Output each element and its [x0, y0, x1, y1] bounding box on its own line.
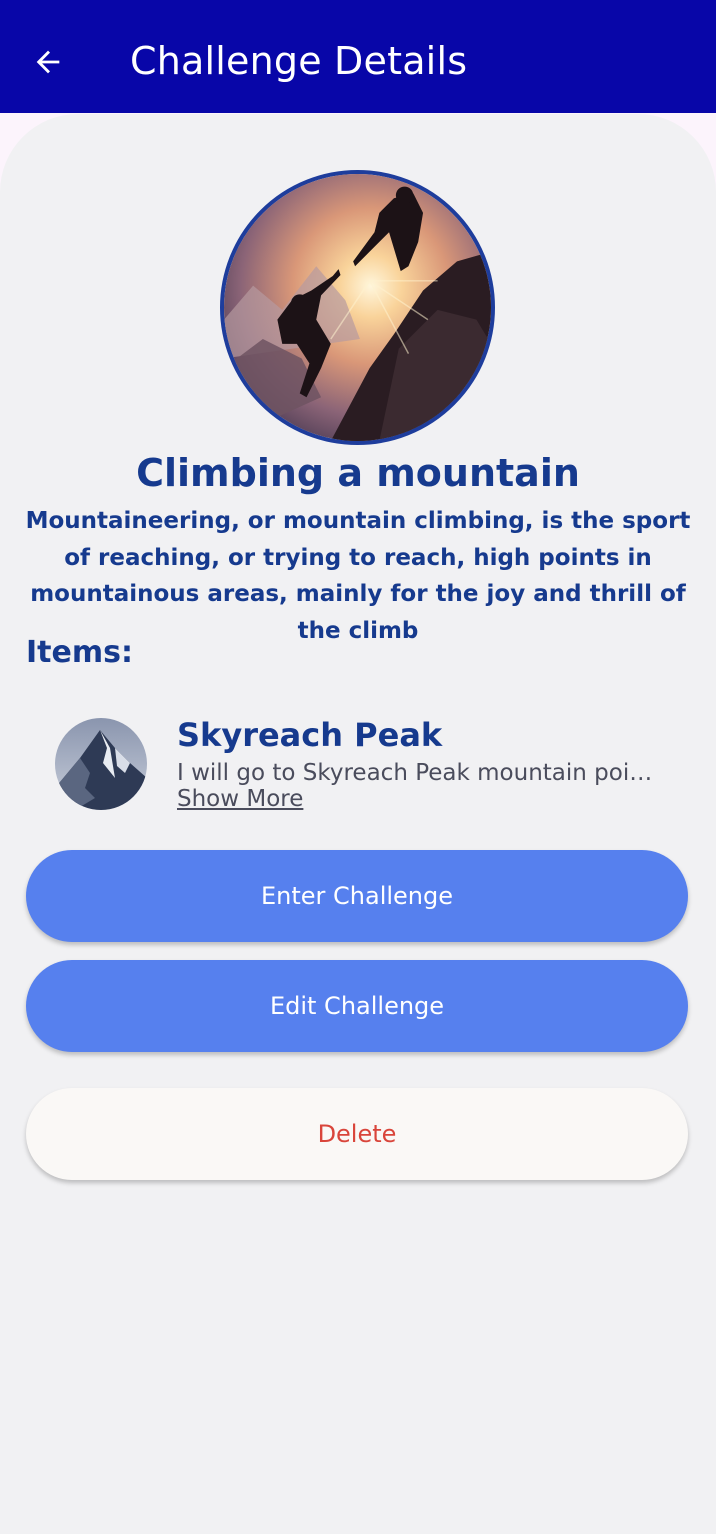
- enter-challenge-button[interactable]: Enter Challenge: [26, 850, 688, 942]
- challenge-title: Climbing a mountain: [136, 451, 580, 495]
- item-name: Skyreach Peak: [177, 716, 443, 754]
- delete-button[interactable]: Delete: [26, 1088, 688, 1180]
- edit-challenge-button[interactable]: Edit Challenge: [26, 960, 688, 1052]
- challenge-image: [220, 170, 495, 445]
- challenge-description: Mountaineering, or mountain climbing, is…: [25, 508, 691, 644]
- arrow-left-icon: [36, 50, 60, 74]
- item-image: [55, 718, 147, 810]
- page-title: Challenge Details: [130, 39, 468, 83]
- items-heading: Items:: [26, 635, 133, 670]
- back-button[interactable]: [22, 38, 74, 86]
- list-item[interactable]: Skyreach Peak I will go to Skyreach Peak…: [55, 716, 675, 816]
- app-bar: Challenge Details: [0, 0, 716, 113]
- show-more-link[interactable]: Show More: [177, 784, 303, 814]
